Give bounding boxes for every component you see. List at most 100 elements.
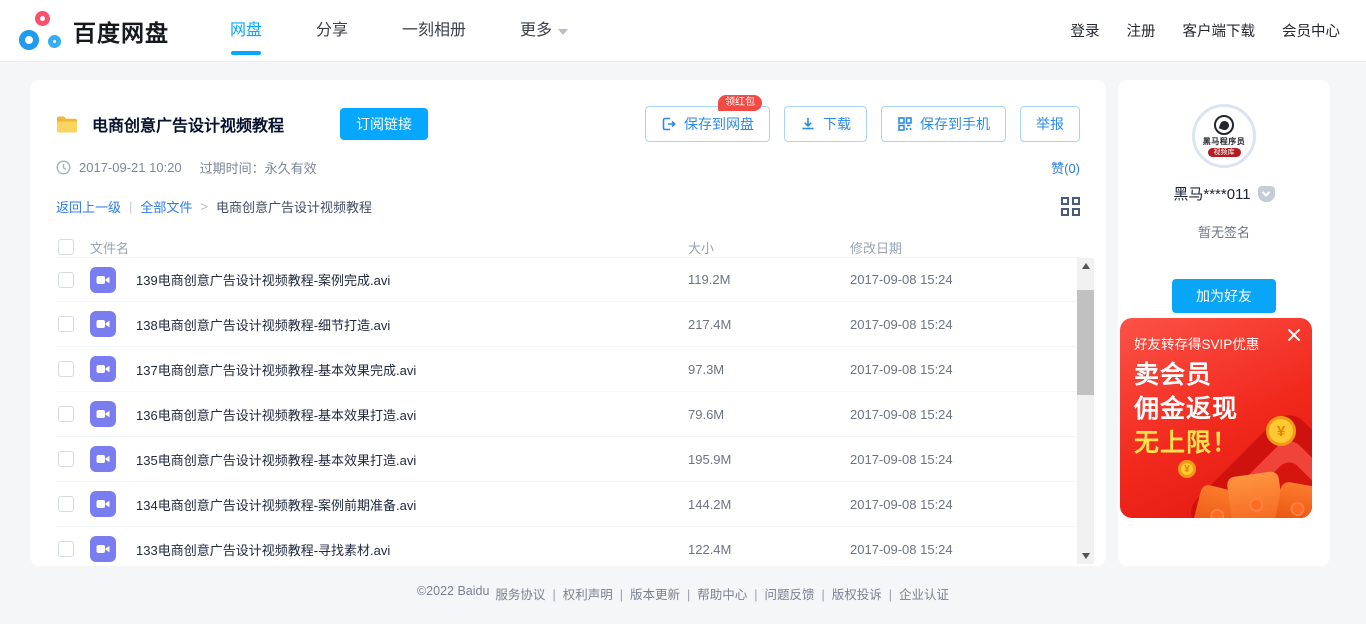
- client-download-link[interactable]: 客户端下载: [1183, 20, 1256, 41]
- video-file-icon: [90, 446, 116, 472]
- footer-link-copyright-complaint[interactable]: 版权投诉: [815, 584, 882, 603]
- avatar[interactable]: 黑马程序员 视频库: [1192, 104, 1256, 168]
- file-name[interactable]: 139电商创意广告设计视频教程-案例完成.avi: [136, 270, 688, 289]
- download-button[interactable]: 下载: [784, 106, 867, 142]
- footer-link-enterprise[interactable]: 企业认证: [882, 584, 949, 603]
- table-row[interactable]: 139电商创意广告设计视频教程-案例完成.avi 119.2M 2017-09-…: [56, 257, 1080, 302]
- subscribe-link-button[interactable]: 订阅链接: [340, 108, 429, 140]
- close-icon[interactable]: [1286, 327, 1302, 343]
- file-date: 2017-09-08 15:24: [850, 272, 953, 287]
- video-file-icon: [90, 401, 116, 427]
- save-to-netdisk-button[interactable]: 保存到网盘: [645, 106, 770, 142]
- breadcrumb: 返回上一级 | 全部文件 > 电商创意广告设计视频教程: [56, 197, 1080, 216]
- row-checkbox[interactable]: [58, 406, 74, 422]
- member-center-link[interactable]: 会员中心: [1282, 20, 1340, 41]
- add-friend-button[interactable]: 加为好友: [1172, 279, 1276, 313]
- video-file-icon: [90, 311, 116, 337]
- chevron-down-icon: [558, 28, 569, 35]
- table-row[interactable]: 135电商创意广告设计视频教程-基本效果打造.avi 195.9M 2017-0…: [56, 437, 1080, 482]
- banner-headline-line: 卖会员: [1134, 361, 1213, 389]
- button-label: 举报: [1036, 116, 1064, 132]
- footer-links: 服务协议 权利声明 版本更新 帮助中心 问题反馈 版权投诉 企业认证: [495, 584, 949, 603]
- save-to-netdisk-icon: [661, 116, 677, 132]
- vertical-scrollbar[interactable]: [1077, 258, 1094, 564]
- scrollbar-thumb[interactable]: [1077, 290, 1094, 395]
- redpacket-badge: 领红包: [718, 95, 762, 111]
- like-link[interactable]: 赞(0): [1051, 158, 1080, 177]
- baidu-netdisk-logo[interactable]: 百度网盘: [18, 10, 169, 52]
- action-buttons: 领红包 保存到网盘 下载 保存到手机 举报: [645, 95, 1080, 142]
- nav-tab-label: 一刻相册: [402, 21, 467, 39]
- breadcrumb-all-files-link[interactable]: 全部文件: [140, 197, 192, 216]
- share-time: 2017-09-21 10:20: [79, 160, 182, 175]
- nav-tab-album[interactable]: 一刻相册: [375, 1, 493, 61]
- share-card: 电商创意广告设计视频教程 订阅链接 领红包 保存到网盘 下载 保存到手机 举报 …: [30, 80, 1106, 566]
- file-size: 79.6M: [688, 406, 725, 422]
- share-title: 电商创意广告设计视频教程: [92, 118, 285, 135]
- file-size: 119.2M: [688, 272, 731, 287]
- banner-headline-line: 佣金返现: [1134, 395, 1239, 423]
- column-header-size: 大小: [688, 240, 715, 256]
- file-name[interactable]: 135电商创意广告设计视频教程-基本效果打造.avi: [136, 450, 688, 469]
- nav-tab-share[interactable]: 分享: [289, 1, 375, 61]
- login-link[interactable]: 登录: [1071, 20, 1100, 41]
- scroll-down-arrow[interactable]: [1077, 548, 1094, 564]
- nav-tab-more[interactable]: 更多: [493, 1, 595, 61]
- file-name[interactable]: 138电商创意广告设计视频教程-细节打造.avi: [136, 315, 688, 334]
- footer-link-updates[interactable]: 版本更新: [613, 584, 680, 603]
- register-link[interactable]: 注册: [1127, 20, 1156, 41]
- row-checkbox[interactable]: [58, 541, 74, 557]
- page-footer: ©2022 Baidu 服务协议 权利声明 版本更新 帮助中心 问题反馈 版权投…: [0, 584, 1366, 624]
- file-list: 139电商创意广告设计视频教程-案例完成.avi 119.2M 2017-09-…: [56, 257, 1080, 565]
- main-nav: 网盘 分享 一刻相册 更多: [203, 0, 595, 62]
- file-date: 2017-09-08 15:24: [850, 451, 953, 467]
- footer-link-help[interactable]: 帮助中心: [680, 584, 747, 603]
- footer-link-terms[interactable]: 服务协议: [495, 584, 545, 603]
- copyright-text: ©2022 Baidu: [416, 584, 490, 598]
- svip-promo-banner[interactable]: ¥ ¥ 好友转存得SVIP优惠 卖会员 佣金返现 无上限！: [1120, 318, 1312, 518]
- file-name[interactable]: 136电商创意广告设计视频教程-基本效果打造.avi: [136, 405, 688, 424]
- file-date: 2017-09-08 15:24: [850, 361, 953, 377]
- clock-icon: [56, 160, 71, 175]
- download-icon: [800, 116, 816, 132]
- video-file-icon: [90, 536, 116, 562]
- file-date: 2017-09-08 15:24: [850, 316, 953, 332]
- avatar-strip-text: 视频库: [1207, 148, 1241, 157]
- column-header-name: 文件名: [90, 240, 130, 256]
- row-checkbox[interactable]: [58, 361, 74, 377]
- row-checkbox[interactable]: [58, 316, 74, 332]
- row-checkbox[interactable]: [58, 496, 74, 512]
- folder-icon: [56, 115, 78, 134]
- row-checkbox[interactable]: [58, 271, 74, 288]
- grid-view-icon[interactable]: [1061, 197, 1080, 216]
- table-row[interactable]: 136电商创意广告设计视频教程-基本效果打造.avi 79.6M 2017-09…: [56, 392, 1080, 437]
- button-label: 保存到手机: [920, 116, 990, 132]
- file-name[interactable]: 137电商创意广告设计视频教程-基本效果完成.avi: [136, 360, 688, 379]
- table-row[interactable]: 138电商创意广告设计视频教程-细节打造.avi 217.4M 2017-09-…: [56, 302, 1080, 347]
- breadcrumb-back-link[interactable]: 返回上一级: [56, 197, 121, 216]
- banner-headline-highlight: 无上限！: [1134, 429, 1239, 457]
- footer-link-rights[interactable]: 权利声明: [545, 584, 613, 603]
- video-file-icon: [90, 356, 116, 382]
- scroll-up-arrow[interactable]: [1077, 258, 1094, 274]
- row-checkbox[interactable]: [58, 451, 74, 467]
- table-row[interactable]: 133电商创意广告设计视频教程-寻找素材.avi 122.4M 2017-09-…: [56, 527, 1080, 565]
- logo-text: 百度网盘: [73, 19, 169, 46]
- table-row[interactable]: 137电商创意广告设计视频教程-基本效果完成.avi 97.3M 2017-09…: [56, 347, 1080, 392]
- breadcrumb-arrow: >: [200, 199, 209, 214]
- nav-tab-label: 更多: [520, 21, 553, 39]
- file-date: 2017-09-08 15:24: [850, 496, 953, 512]
- sharer-signature: 暂无签名: [1197, 225, 1250, 240]
- select-all-checkbox[interactable]: [58, 239, 74, 255]
- save-to-phone-button[interactable]: 保存到手机: [881, 106, 1006, 142]
- footer-link-feedback[interactable]: 问题反馈: [747, 584, 814, 603]
- breadcrumb-current: 电商创意广告设计视频教程: [216, 200, 373, 215]
- report-button[interactable]: 举报: [1020, 106, 1080, 142]
- nav-tab-netdisk[interactable]: 网盘: [203, 1, 289, 61]
- file-name[interactable]: 134电商创意广告设计视频教程-案例前期准备.avi: [136, 495, 688, 514]
- table-row[interactable]: 134电商创意广告设计视频教程-案例前期准备.avi 144.2M 2017-0…: [56, 482, 1080, 527]
- file-name[interactable]: 133电商创意广告设计视频教程-寻找素材.avi: [136, 540, 688, 559]
- expire-time: 过期时间：永久有效: [199, 161, 317, 176]
- file-date: 2017-09-08 15:24: [850, 406, 953, 422]
- vip-badge-icon[interactable]: [1257, 185, 1275, 202]
